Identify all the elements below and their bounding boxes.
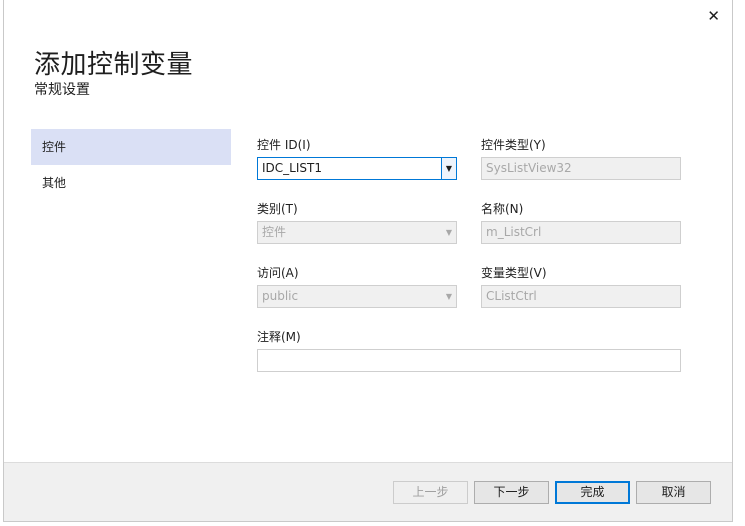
next-button[interactable]: 下一步 (474, 481, 549, 504)
control-id-label: 控件 ID(I) (257, 138, 311, 152)
category-combobox: 控件 ▼ (257, 221, 457, 244)
chevron-down-icon: ▼ (445, 292, 453, 301)
name-field: m_ListCrl (481, 221, 681, 244)
cancel-button[interactable]: 取消 (636, 481, 711, 504)
name-label: 名称(N) (481, 202, 524, 216)
name-value: m_ListCrl (486, 225, 542, 239)
prev-button[interactable]: 上一步 (393, 481, 468, 504)
category-value: 控件 (262, 225, 287, 239)
access-label: 访问(A) (257, 266, 299, 280)
add-control-variable-dialog: ✕ 添加控制变量 常规设置 控件 其他 控件 ID(I) IDC_LIST1 ▼… (3, 0, 733, 522)
comment-label: 注释(M) (257, 330, 301, 344)
close-icon[interactable]: ✕ (707, 6, 720, 26)
comment-input[interactable] (257, 349, 681, 372)
nav-item-control[interactable]: 控件 (31, 129, 231, 165)
chevron-down-icon[interactable]: ▼ (441, 158, 456, 179)
variable-type-label: 变量类型(V) (481, 266, 547, 280)
page-title: 添加控制变量 (34, 50, 194, 80)
control-id-value: IDC_LIST1 (262, 161, 322, 175)
control-type-label: 控件类型(Y) (481, 138, 546, 152)
variable-type-value: CListCtrl (486, 289, 537, 303)
access-value: public (262, 289, 299, 303)
control-type-value: SysListView32 (486, 161, 572, 175)
chevron-down-icon: ▼ (445, 228, 453, 237)
settings-nav: 控件 其他 (31, 129, 231, 201)
access-combobox: public ▼ (257, 285, 457, 308)
page-subtitle: 常规设置 (34, 82, 90, 98)
finish-button[interactable]: 完成 (555, 481, 630, 504)
control-id-combobox[interactable]: IDC_LIST1 ▼ (257, 157, 457, 180)
category-label: 类别(T) (257, 202, 298, 216)
dialog-footer: 上一步 下一步 完成 取消 (4, 462, 732, 521)
control-type-field: SysListView32 (481, 157, 681, 180)
variable-type-field: CListCtrl (481, 285, 681, 308)
nav-item-other[interactable]: 其他 (31, 165, 231, 201)
